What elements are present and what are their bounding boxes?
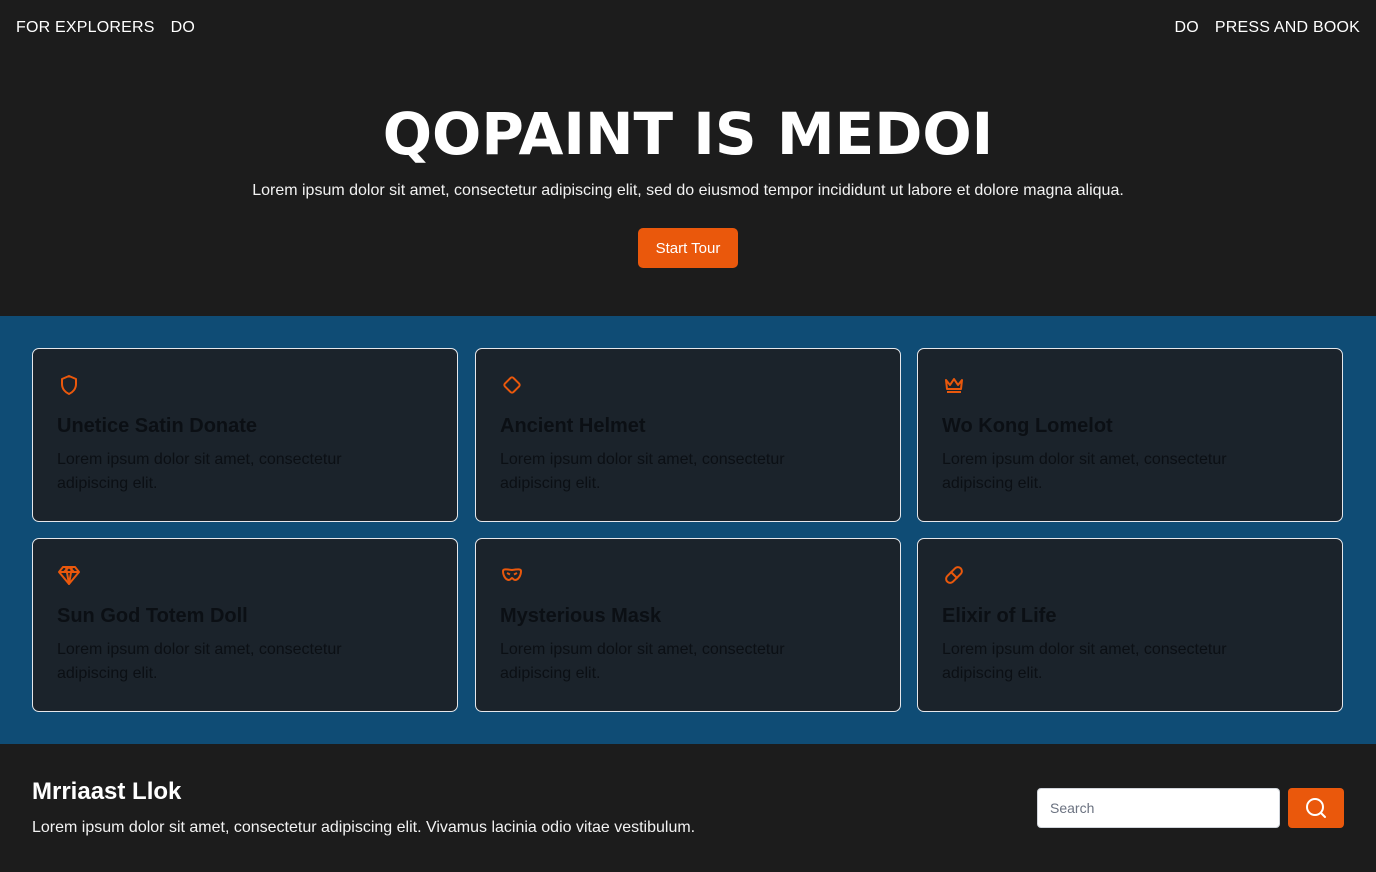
start-tour-button[interactable]: Start Tour bbox=[638, 228, 738, 268]
feature-description: Lorem ipsum dolor sit amet, consectetur … bbox=[500, 451, 785, 492]
nav-link-do-right[interactable]: DO bbox=[1175, 19, 1199, 37]
footer-section: Mrriaast Llok Lorem ipsum dolor sit amet… bbox=[0, 744, 1376, 872]
search-icon bbox=[1306, 798, 1326, 818]
features-section: Unetice Satin Donate Lorem ipsum dolor s… bbox=[0, 316, 1376, 744]
nav-left: FOR EXPLORERS DO bbox=[16, 19, 195, 37]
feature-title: Mysterious Mask bbox=[500, 605, 662, 627]
feature-description: Lorem ipsum dolor sit amet, consectetur … bbox=[942, 451, 1227, 492]
feature-title: Ancient Helmet bbox=[500, 415, 646, 437]
shield-icon bbox=[61, 375, 77, 395]
search-button[interactable] bbox=[1288, 788, 1344, 828]
footer-text: Lorem ipsum dolor sit amet, consectetur … bbox=[32, 819, 696, 836]
feature-card[interactable]: Mysterious Mask Lorem ipsum dolor sit am… bbox=[475, 538, 901, 712]
feature-description: Lorem ipsum dolor sit amet, consectetur … bbox=[57, 451, 342, 492]
hero-title: QOPAINT IS MEDOI bbox=[382, 100, 994, 168]
hero-section: QOPAINT IS MEDOI Lorem ipsum dolor sit a… bbox=[0, 56, 1376, 316]
search-input[interactable] bbox=[1037, 788, 1280, 828]
nav-link-for-explorers[interactable]: FOR EXPLORERS bbox=[16, 19, 155, 37]
mask-icon bbox=[502, 568, 522, 581]
feature-description: Lorem ipsum dolor sit amet, consectetur … bbox=[942, 641, 1227, 682]
footer-title: Mrriaast Llok bbox=[32, 778, 182, 805]
diamond-icon bbox=[503, 376, 521, 394]
gem-icon bbox=[58, 566, 80, 585]
feature-card[interactable]: Sun God Totem Doll Lorem ipsum dolor sit… bbox=[32, 538, 458, 712]
feature-title: Unetice Satin Donate bbox=[57, 415, 258, 437]
top-nav: FOR EXPLORERS DO DO PRESS AND BOOK bbox=[0, 0, 1376, 56]
nav-link-press-and-book[interactable]: PRESS AND BOOK bbox=[1215, 19, 1360, 37]
feature-card[interactable]: Wo Kong Lomelot Lorem ipsum dolor sit am… bbox=[917, 348, 1343, 522]
feature-title: Sun God Totem Doll bbox=[57, 605, 248, 627]
crown-icon bbox=[945, 378, 963, 393]
feature-card[interactable]: Unetice Satin Donate Lorem ipsum dolor s… bbox=[32, 348, 458, 522]
feature-card[interactable]: Elixir of Life Lorem ipsum dolor sit ame… bbox=[917, 538, 1343, 712]
feature-description: Lorem ipsum dolor sit amet, consectetur … bbox=[57, 641, 342, 682]
feature-description: Lorem ipsum dolor sit amet, consectetur … bbox=[500, 641, 785, 682]
pill-icon bbox=[945, 566, 963, 584]
hero-subtitle: Lorem ipsum dolor sit amet, consectetur … bbox=[252, 182, 1124, 199]
feature-card[interactable]: Ancient Helmet Lorem ipsum dolor sit ame… bbox=[475, 348, 901, 522]
nav-right: DO PRESS AND BOOK bbox=[1175, 19, 1360, 37]
feature-title: Elixir of Life bbox=[942, 605, 1057, 627]
nav-link-do-left[interactable]: DO bbox=[171, 19, 195, 37]
feature-title: Wo Kong Lomelot bbox=[942, 415, 1113, 437]
